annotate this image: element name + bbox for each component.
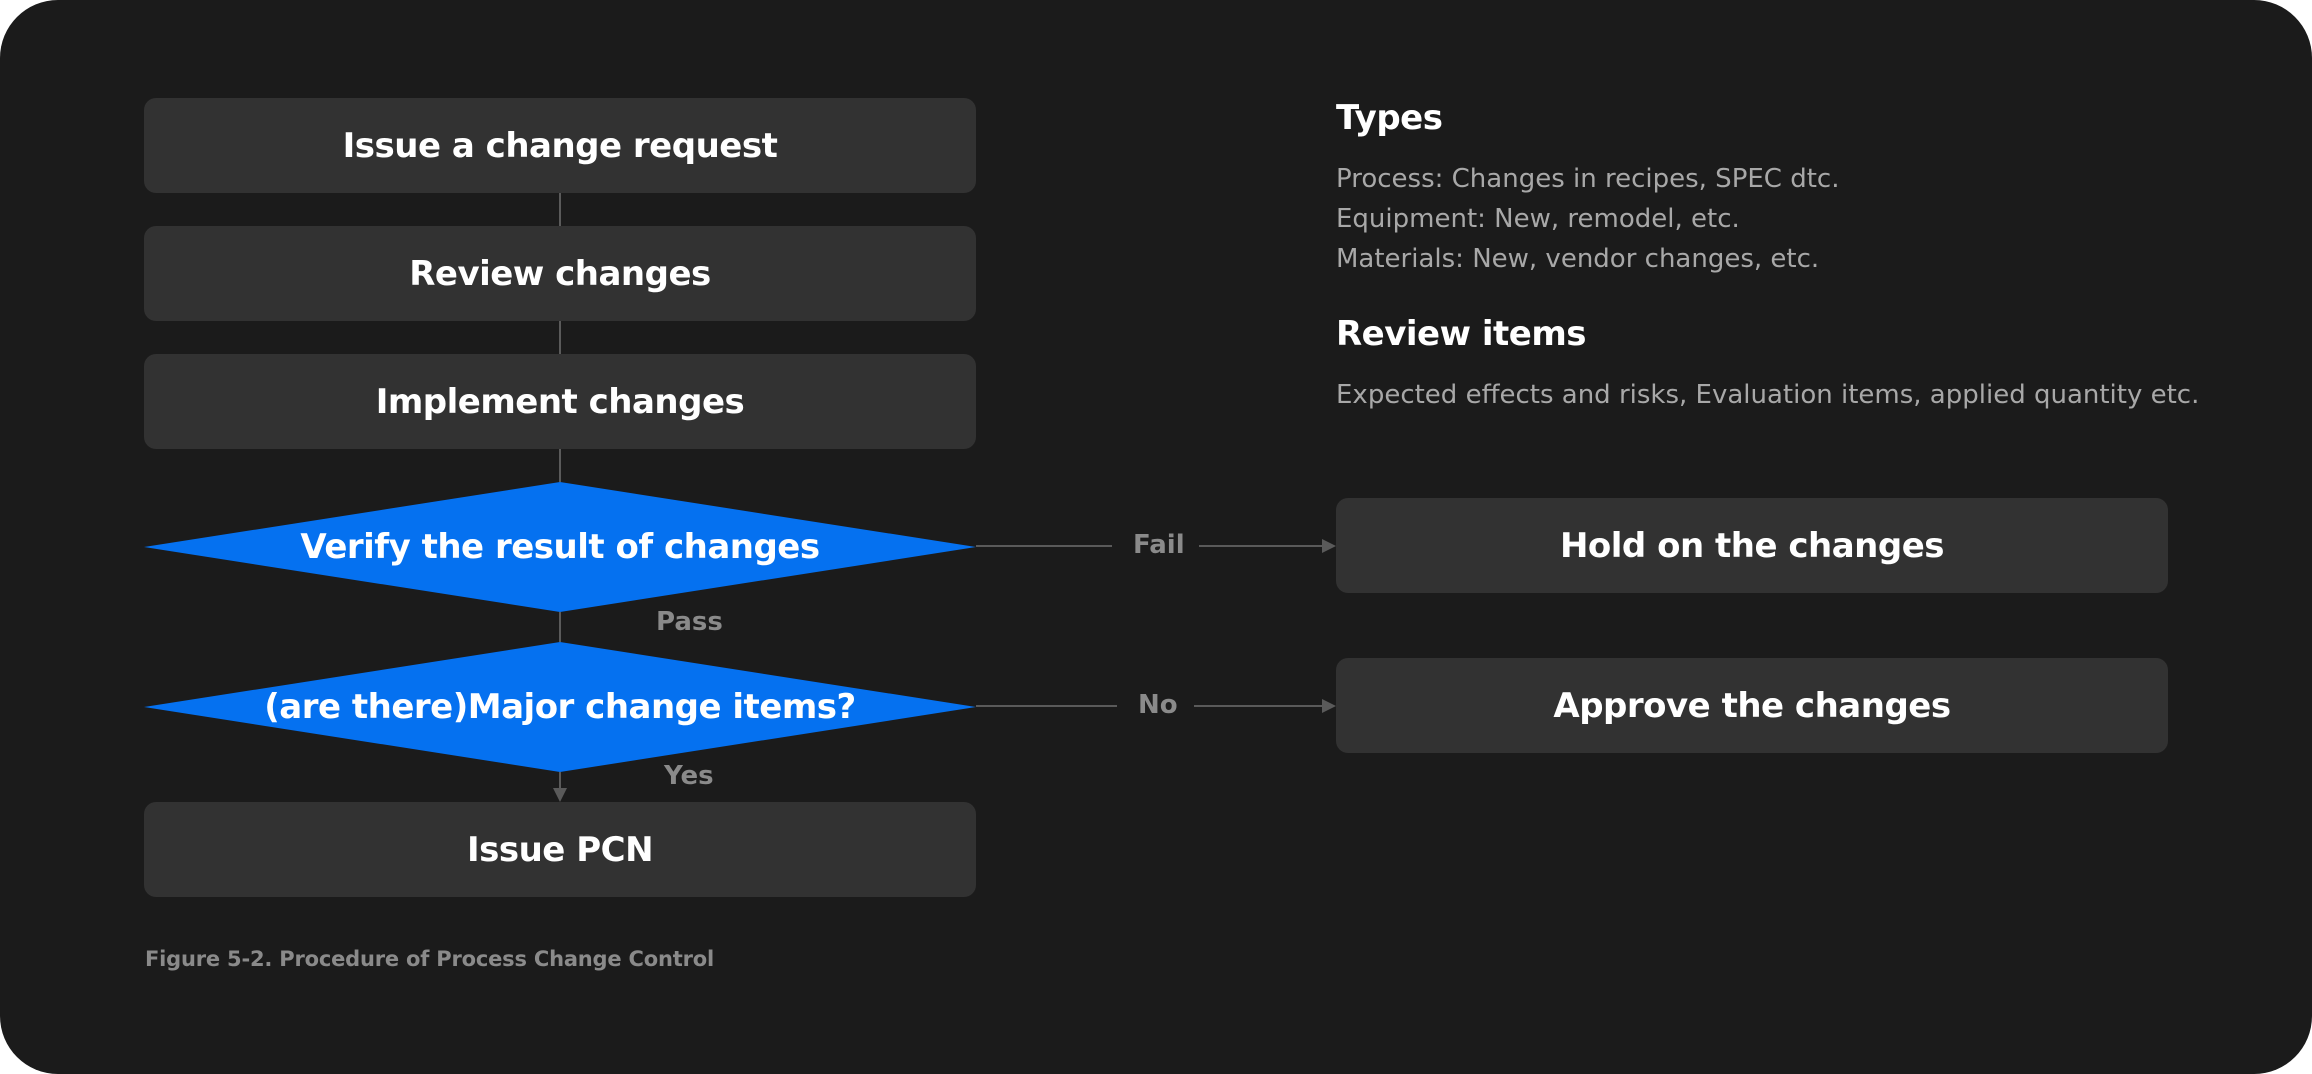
outcome-hold-changes-label: Hold on the changes — [1559, 525, 1945, 566]
diagram-canvas: Issue a change request Review changes Im… — [0, 0, 2312, 1074]
edge-label-yes: Yes — [664, 761, 714, 791]
decision-major-change-items: (are there)Major change items? — [144, 642, 976, 772]
outcome-hold-changes: Hold on the changes — [1336, 498, 2168, 593]
step-review-changes-label: Review changes — [409, 253, 711, 294]
step-issue-change-request: Issue a change request — [144, 98, 976, 193]
edge-label-pass: Pass — [656, 607, 723, 637]
decision-verify-result: Verify the result of changes — [144, 482, 976, 612]
edge-label-no: No — [1138, 690, 1178, 720]
types-heading: Types — [1336, 98, 1443, 138]
step-implement-changes: Implement changes — [144, 354, 976, 449]
step-issue-pcn-label: Issue PCN — [466, 829, 654, 870]
types-line: Process: Changes in recipes, SPEC dtc. — [1336, 164, 1840, 194]
step-review-changes: Review changes — [144, 226, 976, 321]
edge-label-fail: Fail — [1133, 530, 1185, 560]
decision-verify-label: Verify the result of changes — [300, 527, 820, 567]
step-issue-change-request-label: Issue a change request — [342, 125, 778, 166]
review-items-heading: Review items — [1336, 314, 1587, 354]
types-line: Materials: New, vendor changes, etc. — [1336, 244, 1820, 274]
outcome-approve-changes: Approve the changes — [1336, 658, 2168, 753]
step-issue-pcn: Issue PCN — [144, 802, 976, 897]
figure-caption: Figure 5-2. Procedure of Process Change … — [145, 947, 714, 971]
review-items-line: Expected effects and risks, Evaluation i… — [1336, 380, 2200, 410]
decision-major-label: (are there)Major change items? — [264, 687, 856, 727]
types-line: Equipment: New, remodel, etc. — [1336, 204, 1740, 234]
outcome-approve-changes-label: Approve the changes — [1553, 685, 1951, 726]
step-implement-changes-label: Implement changes — [375, 381, 745, 422]
